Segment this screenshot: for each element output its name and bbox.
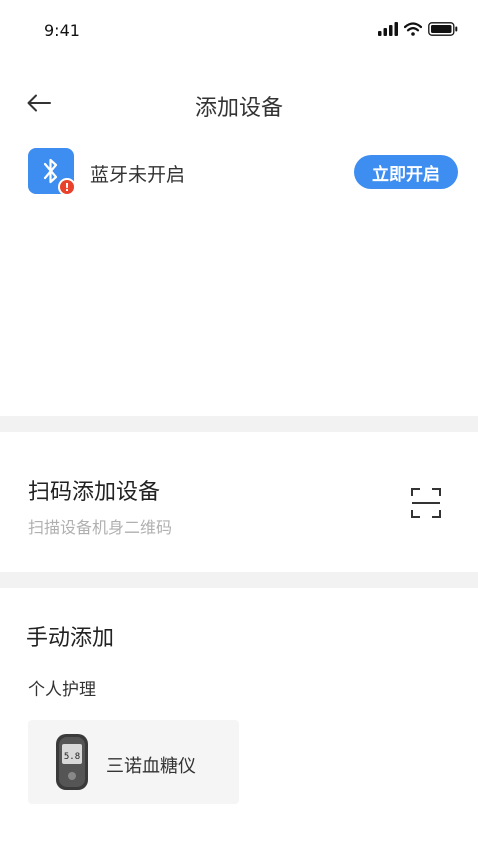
nav-bar: 添加设备	[0, 80, 478, 128]
scan-title: 扫码添加设备	[28, 480, 161, 505]
manual-add-title: 手动添加	[26, 626, 115, 651]
device-name: 三诺血糖仪	[106, 756, 196, 777]
page-title: 添加设备	[194, 96, 283, 121]
bluetooth-icon	[43, 158, 58, 184]
scan-add-device-card[interactable]: 扫码添加设备 扫描设备机身二维码	[0, 432, 478, 572]
bluetooth-status-text: 蓝牙未开启	[90, 164, 186, 186]
device-item-glucose-meter[interactable]: 5.8 三诺血糖仪	[28, 720, 239, 804]
battery-icon	[428, 22, 458, 36]
meter-screen-value: 5.8	[64, 752, 80, 762]
scan-subtitle: 扫描设备机身二维码	[28, 518, 173, 537]
category-label: 个人护理	[28, 680, 96, 700]
bluetooth-status-row: ! 蓝牙未开启 立即开启	[0, 146, 478, 198]
status-bar: 9:41	[0, 0, 478, 62]
wifi-icon	[404, 22, 422, 36]
scan-icon[interactable]	[410, 487, 442, 519]
signal-icon	[378, 22, 398, 36]
alert-badge-icon: !	[58, 178, 76, 196]
status-icons	[378, 22, 458, 36]
enable-bluetooth-button[interactable]: 立即开启	[354, 155, 458, 189]
glucose-meter-icon: 5.8	[56, 734, 88, 790]
status-time: 9:41	[44, 21, 80, 40]
section-divider	[0, 572, 478, 588]
section-divider	[0, 416, 478, 432]
